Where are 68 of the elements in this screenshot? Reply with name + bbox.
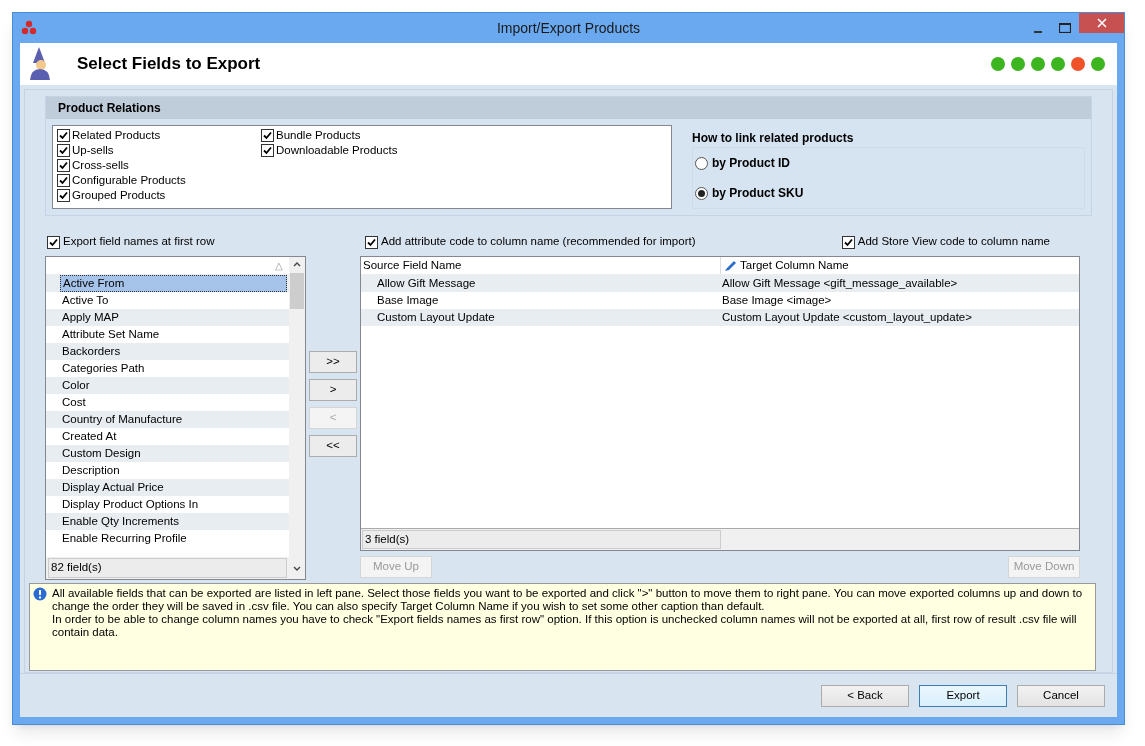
window-title: Import/Export Products	[496, 18, 641, 38]
checkbox-label: Cross-sells	[72, 157, 129, 173]
field-list-item[interactable]: Description	[60, 462, 287, 479]
radio-button[interactable]	[695, 156, 708, 170]
field-list-item[interactable]: Display Product Options In	[60, 496, 287, 513]
checkbox-label: Downloadable Products	[276, 142, 398, 158]
checkbox-label: Related Products	[72, 127, 161, 143]
field-list-item[interactable]: Cost	[60, 394, 287, 411]
checkbox[interactable]	[57, 129, 70, 142]
column-header[interactable]: Target Column Name	[740, 256, 849, 275]
checkbox-label: Configurable Products	[72, 172, 186, 188]
info-text: All available fields that can be exported are listed in left pane. Select those fields you want to be exported and click ">" button to move them to right pane. You can move exported columns up and down to change the order they will be saved in .csv file. You can also specify Target Column Name if you wish to set some other caption than default.	[52, 587, 1084, 613]
dialog-button[interactable]: Export	[919, 684, 1007, 707]
column-header[interactable]: Source Field Name	[363, 256, 462, 275]
table-cell-text: Base Image <image>	[721, 292, 833, 308]
field-list-item[interactable]: Created At	[60, 428, 287, 445]
checkbox[interactable]	[57, 174, 70, 187]
checkmark-icon	[49, 237, 58, 247]
checkbox-label: Grouped Products	[72, 187, 166, 203]
info-text: In order to be able to change column names you have to check "Export fields names as first row" option. If this option is unchecked column names will not be exported at all, first row of result .csv file will contain data.	[52, 613, 1078, 639]
checkbox[interactable]	[365, 235, 378, 249]
app-logo-icon	[21, 20, 37, 36]
radio-button[interactable]	[695, 186, 708, 200]
checkbox[interactable]	[841, 235, 855, 249]
close-icon	[1096, 18, 1107, 28]
field-list-item[interactable]: Enable Recurring Profile	[60, 530, 287, 547]
dialog-button[interactable]: < Back	[821, 684, 909, 707]
field-list-item[interactable]: Active From	[60, 275, 287, 292]
move-field-button[interactable]: >	[309, 379, 357, 401]
checkbox-label: Bundle Products	[276, 127, 361, 143]
pencil-icon	[723, 258, 737, 273]
field-count: 82 field(s)	[48, 558, 287, 578]
maximize-button[interactable]	[1059, 23, 1071, 33]
wizard-icon	[29, 47, 51, 81]
close-button[interactable]	[1079, 13, 1124, 33]
scroll-thumb[interactable]	[290, 273, 304, 309]
table-cell-text: Custom Layout Update	[376, 309, 496, 325]
radio-label: by Product ID	[712, 155, 790, 172]
option-label: Export field names at first row	[63, 234, 215, 250]
section-title: Product Relations	[46, 97, 1091, 119]
move-field-button[interactable]: <<	[309, 435, 357, 457]
field-list-item[interactable]: Attribute Set Name	[60, 326, 287, 343]
move-field-button[interactable]: >>	[309, 351, 357, 373]
page-title: Select Fields to Export	[77, 53, 261, 76]
checkbox[interactable]	[261, 144, 274, 157]
sort-indicator: △	[275, 259, 283, 273]
field-list-item[interactable]: Active To	[60, 292, 287, 309]
field-list-item[interactable]: Categories Path	[60, 360, 287, 377]
checkbox[interactable]	[261, 129, 274, 142]
checkbox[interactable]	[47, 235, 60, 249]
dialog-button[interactable]: Cancel	[1017, 684, 1105, 707]
table-cell-text: Base Image	[376, 292, 440, 308]
info-icon	[33, 587, 47, 601]
option-label: Add Store View code to column name	[857, 234, 1050, 250]
checkbox[interactable]	[57, 159, 70, 172]
scrollbar[interactable]	[289, 257, 305, 557]
field-count: 3 field(s)	[362, 529, 721, 550]
checkbox[interactable]	[57, 144, 70, 157]
table-cell-text: Allow Gift Message <gift_message_available>	[721, 275, 959, 291]
table-cell-text: Custom Layout Update <custom_layout_update>	[721, 309, 973, 325]
checkmark-icon	[843, 237, 853, 247]
checkbox-label: Up-sells	[72, 142, 114, 158]
checkmark-icon	[367, 237, 376, 247]
option-label: Add attribute code to column name (recommended for import)	[381, 234, 696, 250]
table-cell-text: Allow Gift Message	[376, 275, 477, 291]
checkbox[interactable]	[57, 189, 70, 202]
link-options-title: How to link related products	[692, 130, 855, 147]
radio-label: by Product SKU	[712, 185, 804, 202]
